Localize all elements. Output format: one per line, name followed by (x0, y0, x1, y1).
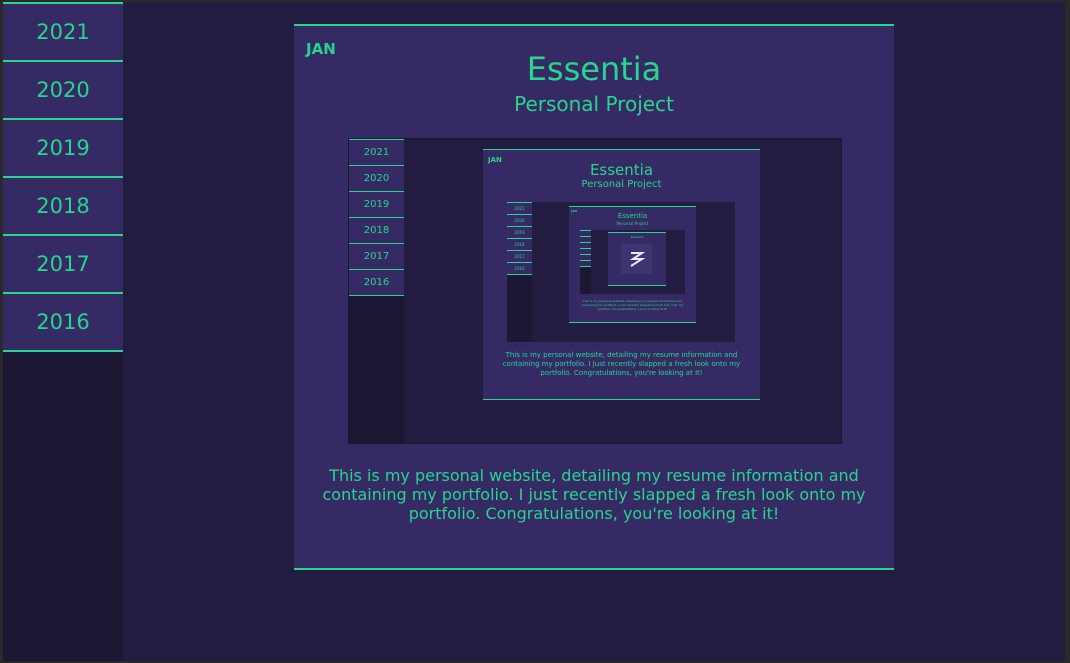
preview-year: 2017 (507, 250, 532, 262)
preview-year: 2020 (349, 165, 404, 191)
preview-screenshot: Essentia (580, 230, 685, 294)
preview-year: 2019 (349, 191, 404, 217)
preview-logo-area (621, 244, 652, 274)
preview-subtitle: Personal Project (616, 221, 649, 226)
preview-description: This is my personal website, detailing m… (581, 299, 684, 311)
sidebar-year-label: 2017 (36, 252, 90, 276)
preview-subtitle: Personal Project (581, 179, 662, 190)
preview-year: 2016 (507, 262, 532, 275)
preview-year: 2019 (507, 226, 532, 238)
sidebar-year-label: 2016 (36, 310, 90, 334)
project-subtitle: Personal Project (514, 92, 674, 116)
project-card: JAN Essentia Personal Project 2021 2020 … (294, 24, 894, 570)
project-description: This is my personal website, detailing m… (322, 466, 866, 523)
sidebar-year-label: 2019 (36, 136, 90, 160)
preview-sidebar: 2021 2020 2019 2018 2017 2016 (349, 139, 404, 443)
project-title: Essentia (526, 50, 662, 88)
preview-title: Essentia (617, 212, 648, 220)
preview-year: 2021 (507, 202, 532, 214)
sidebar-year-2016[interactable]: 2016 (3, 292, 123, 352)
preview-year: 2018 (349, 217, 404, 243)
preview-card: Essentia (608, 232, 666, 286)
essentia-logo-icon (629, 252, 646, 267)
project-screenshot[interactable]: 2021 2020 2019 2018 2017 2016 JAN Essent… (348, 138, 842, 444)
year-sidebar: 2021 2020 2019 2018 2017 2016 (3, 2, 123, 661)
preview-card: JAN Essentia Personal Project Essentia T… (569, 206, 696, 323)
preview-screenshot: 2021 2020 2019 2018 2017 2016 JAN Essent… (507, 202, 735, 342)
sidebar-year-2018[interactable]: 2018 (3, 176, 123, 234)
sidebar-year-2020[interactable]: 2020 (3, 60, 123, 118)
preview-year: 2017 (349, 243, 404, 269)
preview-title: Essentia (630, 235, 644, 239)
preview-description: This is my personal website, detailing m… (502, 351, 741, 377)
sidebar-year-label: 2020 (36, 78, 90, 102)
preview-sidebar: 2021 2020 2019 2018 2017 2016 (507, 202, 532, 342)
sidebar-year-2021[interactable]: 2021 (3, 2, 123, 60)
sidebar-year-label: 2018 (36, 194, 90, 218)
sidebar-year-label: 2021 (36, 20, 90, 44)
preview-year: 2018 (507, 238, 532, 250)
preview-card: JAN Essentia Personal Project 2021 2020 … (483, 149, 760, 400)
sidebar-year-2019[interactable]: 2019 (3, 118, 123, 176)
app-window: 2021 2020 2019 2018 2017 2016 JAN Essent… (3, 2, 1065, 661)
preview-title: Essentia (589, 161, 654, 179)
preview-year: 2021 (349, 139, 404, 165)
preview-year: 2016 (349, 269, 404, 296)
preview-year: 2020 (507, 214, 532, 226)
sidebar-year-2017[interactable]: 2017 (3, 234, 123, 292)
preview-sidebar (580, 230, 591, 294)
preview-year (580, 260, 591, 267)
